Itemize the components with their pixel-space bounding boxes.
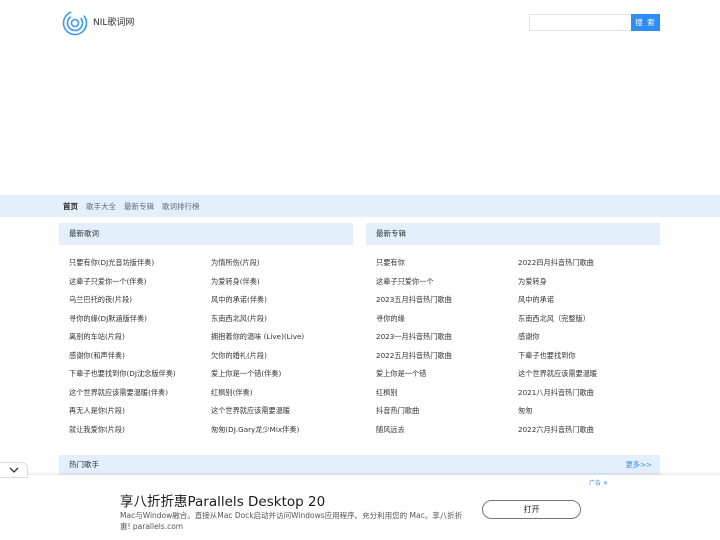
list-row: 乌兰巴托的夜(片段) 风中的承诺(伴奏) xyxy=(69,291,353,310)
lyric-link[interactable]: 风中的承诺(伴奏) xyxy=(211,295,353,305)
list-row: 抖音热门歌曲 匆匆 xyxy=(376,402,660,421)
list-row: 下辈子也要找到你(DJ沈念版伴奏) 爱上你是一个错(伴奏) xyxy=(69,365,353,384)
chevron-down-icon xyxy=(9,467,19,473)
album-link[interactable]: 2021八月抖音热门歌曲 xyxy=(518,388,660,398)
lyric-link[interactable]: 这辈子只爱你一个(伴奏) xyxy=(69,277,211,287)
album-link[interactable]: 感谢你 xyxy=(518,332,660,342)
nav-item[interactable]: 歌手大全 xyxy=(86,201,116,212)
lyric-link[interactable]: 欠你的婚礼(片段) xyxy=(211,351,353,361)
lyric-link[interactable]: 再无人是你(片段) xyxy=(69,406,211,416)
lyric-link[interactable]: 只要有你(DJ光音坊版伴奏) xyxy=(69,258,211,268)
list-row: 再无人是你(片段) 这个世界就应该需要温暖 xyxy=(69,402,353,421)
album-link[interactable]: 爱上你是一个错 xyxy=(376,369,518,379)
lyric-link[interactable]: 为情所伤(片段) xyxy=(211,258,353,268)
list-row: 爱上你是一个错 这个世界就应该需要温暖 xyxy=(376,365,660,384)
lyric-link[interactable]: 这个世界就应该需要温暖 xyxy=(211,406,353,416)
latest-lyrics-list: 只要有你(DJ光音坊版伴奏) 为情所伤(片段) 这辈子只爱你一个(伴奏) 为爱转身(伴… xyxy=(59,245,353,439)
list-row: 这个世界就应该需要温暖(伴奏) 红枫别(伴奏) xyxy=(69,384,353,403)
lyric-link[interactable]: 东南西北风(片段) xyxy=(211,314,353,324)
main-nav: 首页 歌手大全 最新专辑 歌词排行榜 xyxy=(0,195,720,217)
lyric-link[interactable]: 这个世界就应该需要温暖(伴奏) xyxy=(69,388,211,398)
list-row: 就让我爱你(片段) 匆匆(DJ.Gary龙少Mix伴奏) xyxy=(69,421,353,440)
latest-albums-list: 只要有你 2022四月抖音热门歌曲 这辈子只爱你一个 为爱转身 2023五月抖音热门歌曲… xyxy=(366,245,660,439)
album-link[interactable]: 抖音热门歌曲 xyxy=(376,406,518,416)
ad-content[interactable]: 广告 ✕ 享八折折惠Parallels Desktop 20 Mac与Windo… xyxy=(109,478,611,538)
latest-albums-panel: 最新专辑 只要有你 2022四月抖音热门歌曲 这辈子只爱你一个 为爱转身 2023五月抖… xyxy=(366,223,660,445)
lyric-link[interactable]: 乌兰巴托的夜(片段) xyxy=(69,295,211,305)
lyric-link[interactable]: 下辈子也要找到你(DJ沈念版伴奏) xyxy=(69,369,211,379)
nav-item[interactable]: 歌词排行榜 xyxy=(162,201,200,212)
list-row: 只要有你 2022四月抖音热门歌曲 xyxy=(376,254,660,273)
list-row: 这辈子只爱你一个(伴奏) 为爱转身(伴奏) xyxy=(69,273,353,292)
album-link[interactable]: 2022六月抖音热门歌曲 xyxy=(518,425,660,435)
lyric-link[interactable]: 就让我爱你(片段) xyxy=(69,425,211,435)
list-row: 这辈子只爱你一个 为爱转身 xyxy=(376,273,660,292)
list-row: 只要有你(DJ光音坊版伴奏) 为情所伤(片段) xyxy=(69,254,353,273)
search-input[interactable] xyxy=(529,14,632,31)
album-link[interactable]: 这个世界就应该需要温暖 xyxy=(518,369,660,379)
list-row: 寻你的缘(DJ默涵版伴奏) 东南西北风(片段) xyxy=(69,310,353,329)
album-link[interactable]: 2023一月抖音热门歌曲 xyxy=(376,332,518,342)
list-row: 随风远去 2022六月抖音热门歌曲 xyxy=(376,421,660,440)
site-logo-icon[interactable] xyxy=(62,10,88,36)
site-name[interactable]: NIL歌词网 xyxy=(93,15,134,28)
album-link[interactable]: 东南西北风（完整版） xyxy=(518,314,660,324)
list-row: 寻你的缘 东南西北风（完整版） xyxy=(376,310,660,329)
lyric-link[interactable]: 红枫别(伴奏) xyxy=(211,388,353,398)
collapse-ad-toggle[interactable] xyxy=(0,462,28,478)
album-link[interactable]: 风中的承诺 xyxy=(518,295,660,305)
album-link[interactable]: 2023五月抖音热门歌曲 xyxy=(376,295,518,305)
nav-item[interactable]: 最新专辑 xyxy=(124,201,154,212)
album-link[interactable]: 为爱转身 xyxy=(518,277,660,287)
album-link[interactable]: 这辈子只爱你一个 xyxy=(376,277,518,287)
album-link[interactable]: 2022五月抖音热门歌曲 xyxy=(376,351,518,361)
lyric-link[interactable]: 匆匆(DJ.Gary龙少Mix伴奏) xyxy=(211,425,353,435)
list-row: 2023五月抖音热门歌曲 风中的承诺 xyxy=(376,291,660,310)
hot-singers-more-link[interactable]: 更多>> xyxy=(626,455,652,475)
album-link[interactable]: 红枫别 xyxy=(376,388,518,398)
list-row: 离别的车站(片段) 拥抱着你的温味 (Live)(Live) xyxy=(69,328,353,347)
latest-lyrics-title: 最新歌词 xyxy=(59,223,353,245)
ad-close-icon[interactable]: ✕ xyxy=(603,480,608,487)
ad-description[interactable]: Mac与Window融合。直接从Mac Dock启动并访问Windows应用程序… xyxy=(120,511,470,532)
hot-singers-header: 热门歌手 更多>> xyxy=(59,455,660,475)
list-row: 2022五月抖音热门歌曲 下辈子也要找到你 xyxy=(376,347,660,366)
search-button[interactable]: 搜 索 xyxy=(631,14,660,31)
nav-item[interactable]: 首页 xyxy=(63,201,78,212)
ad-label-text: 广告 xyxy=(589,480,602,487)
list-row: 红枫别 2021八月抖音热门歌曲 xyxy=(376,384,660,403)
album-link[interactable]: 只要有你 xyxy=(376,258,518,268)
latest-lyrics-panel: 最新歌词 只要有你(DJ光音坊版伴奏) 为情所伤(片段) 这辈子只爱你一个(伴奏) 为… xyxy=(59,223,353,445)
album-link[interactable]: 下辈子也要找到你 xyxy=(518,351,660,361)
album-link[interactable]: 2022四月抖音热门歌曲 xyxy=(518,258,660,268)
lyric-link[interactable]: 寻你的缘(DJ默涵版伴奏) xyxy=(69,314,211,324)
lyric-link[interactable]: 爱上你是一个错(伴奏) xyxy=(211,369,353,379)
site-header: NIL歌词网 搜 索 xyxy=(0,0,720,48)
ad-open-button[interactable]: 打开 xyxy=(482,500,581,519)
list-row: 感谢你(和声伴奏) 欠你的婚礼(片段) xyxy=(69,347,353,366)
album-link[interactable]: 随风远去 xyxy=(376,425,518,435)
ad-banner: 广告 ✕ 享八折折惠Parallels Desktop 20 Mac与Windo… xyxy=(0,475,720,540)
lyric-link[interactable]: 感谢你(和声伴奏) xyxy=(69,351,211,361)
album-link[interactable]: 寻你的缘 xyxy=(376,314,518,324)
ad-label[interactable]: 广告 ✕ xyxy=(589,478,608,487)
lyric-link[interactable]: 拥抱着你的温味 (Live)(Live) xyxy=(211,332,353,342)
latest-albums-title: 最新专辑 xyxy=(366,223,660,245)
album-link[interactable]: 匆匆 xyxy=(518,406,660,416)
ad-title[interactable]: 享八折折惠Parallels Desktop 20 xyxy=(120,490,325,510)
list-row: 2023一月抖音热门歌曲 感谢你 xyxy=(376,328,660,347)
lyric-link[interactable]: 为爱转身(伴奏) xyxy=(211,277,353,287)
hot-singers-title: 热门歌手 xyxy=(69,460,99,469)
lyric-link[interactable]: 离别的车站(片段) xyxy=(69,332,211,342)
